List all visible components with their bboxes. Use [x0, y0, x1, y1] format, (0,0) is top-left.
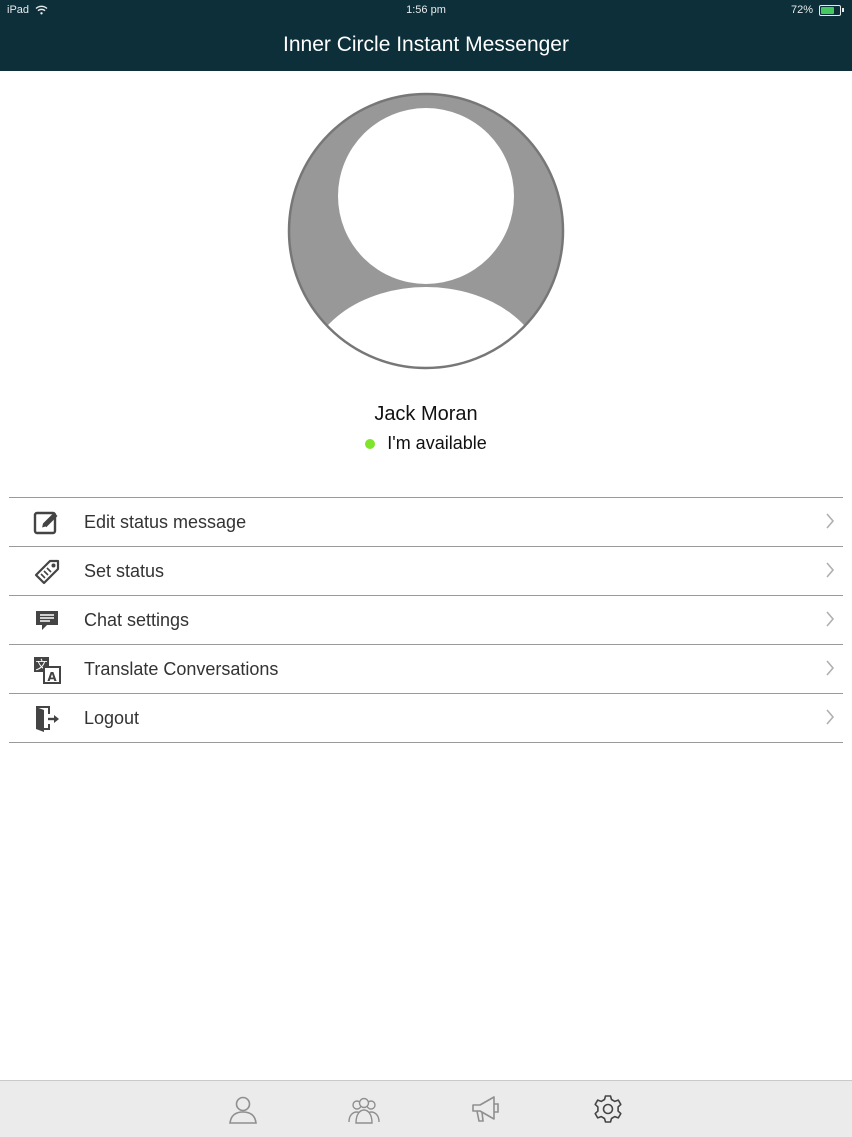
- battery-tip: [842, 8, 844, 12]
- menu-label: Set status: [84, 561, 165, 581]
- status-dot-icon: [365, 438, 376, 449]
- battery-icon: [819, 4, 841, 16]
- chevron-right-icon: [826, 709, 835, 725]
- logout-icon: [36, 706, 59, 732]
- chevron-right-icon: [826, 660, 835, 676]
- group-icon[interactable]: [348, 1093, 380, 1125]
- page-title: Inner Circle Instant Messenger: [283, 33, 569, 56]
- settings-gear-icon[interactable]: [592, 1093, 624, 1125]
- presence-status: I'm available: [0, 433, 852, 454]
- tab-bar: [0, 1080, 852, 1137]
- clock: 1:56 pm: [406, 4, 446, 16]
- status-bar: iPad 1:56 pm 72%: [0, 0, 852, 24]
- megaphone-icon[interactable]: [470, 1093, 502, 1125]
- battery-percent: 72%: [790, 4, 813, 16]
- translate-icon: 文 A: [34, 657, 61, 684]
- chevron-right-icon: [826, 513, 835, 529]
- profile-name: Jack Moran: [374, 403, 478, 425]
- settings-menu: Edit status message Set status Chat sett…: [9, 497, 843, 743]
- menu-label: Edit status message: [84, 512, 247, 532]
- chat-bubble-icon: [36, 611, 58, 630]
- menu-label: Chat settings: [84, 610, 190, 630]
- app-header: iPad 1:56 pm 72% Inner Circle Instant Me…: [0, 0, 852, 71]
- menu-item-translate-conversations[interactable]: 文 A Translate Conversations: [9, 645, 843, 694]
- menu-item-set-status[interactable]: Set status: [9, 547, 843, 596]
- edit-icon: [33, 511, 58, 535]
- menu-item-logout[interactable]: Logout: [9, 694, 843, 743]
- menu-item-edit-status-message[interactable]: Edit status message: [9, 498, 843, 547]
- menu-label: Translate Conversations: [84, 659, 279, 679]
- battery-level: [821, 6, 834, 14]
- svg-text:A: A: [47, 670, 57, 684]
- contact-icon[interactable]: [227, 1093, 259, 1125]
- chevron-right-icon: [826, 611, 835, 627]
- menu-item-chat-settings[interactable]: Chat settings: [9, 596, 843, 645]
- menu-label: Logout: [84, 708, 140, 728]
- avatar[interactable]: [287, 92, 565, 370]
- chevron-right-icon: [826, 562, 835, 578]
- status-text: I'm available: [387, 433, 487, 453]
- tag-icon: [34, 559, 60, 585]
